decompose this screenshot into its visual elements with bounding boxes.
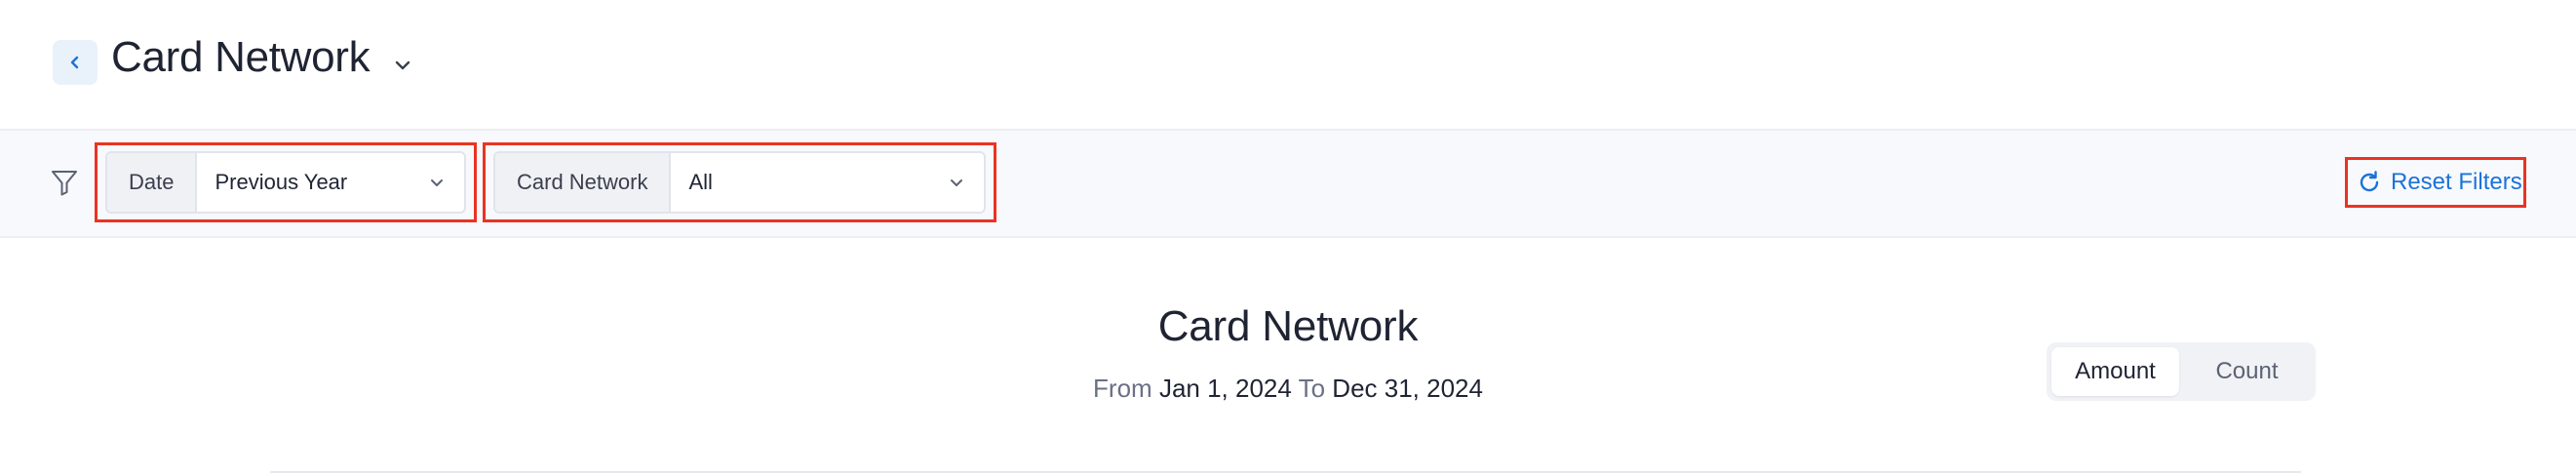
refresh-icon [2360, 171, 2379, 192]
chevron-down-icon [951, 179, 962, 186]
range-to-word: To [1298, 374, 1326, 403]
page-title: Card Network [111, 33, 371, 81]
card-network-filter-select[interactable]: All [671, 153, 984, 212]
date-filter-label: Date [107, 153, 198, 212]
reset-filters-label: Reset Filters [2391, 169, 2522, 195]
toggle-amount[interactable]: Amount [2051, 347, 2179, 396]
filter-bar: Date Previous Year Card Network All Rese… [0, 131, 2576, 238]
toggle-count[interactable]: Count [2183, 347, 2311, 396]
range-end-date: Dec 31, 2024 [1332, 374, 1483, 403]
chevron-down-icon[interactable] [392, 55, 413, 76]
back-button[interactable] [53, 40, 98, 85]
card-network-filter: Card Network All [483, 142, 996, 222]
range-start-date: Jan 1, 2024 [1158, 374, 1292, 403]
date-filter-select[interactable]: Previous Year [197, 153, 464, 212]
page-header: Card Network [0, 0, 2576, 131]
metric-toggle: Amount Count [2047, 342, 2316, 401]
date-filter-control[interactable]: Date Previous Year [105, 151, 466, 214]
card-network-filter-control[interactable]: Card Network All [493, 151, 986, 214]
chevron-down-icon [431, 179, 443, 186]
range-from-word: From [1093, 374, 1152, 403]
filter-funnel-icon [52, 171, 77, 196]
chevron-left-icon [70, 56, 79, 69]
date-filter-value: Previous Year [215, 170, 348, 194]
card-network-filter-label: Card Network [495, 153, 672, 212]
reset-filters-button[interactable]: Reset Filters [2345, 157, 2526, 208]
card-network-filter-value: All [688, 170, 713, 194]
content-divider [270, 471, 2301, 473]
date-filter: Date Previous Year [95, 142, 477, 222]
